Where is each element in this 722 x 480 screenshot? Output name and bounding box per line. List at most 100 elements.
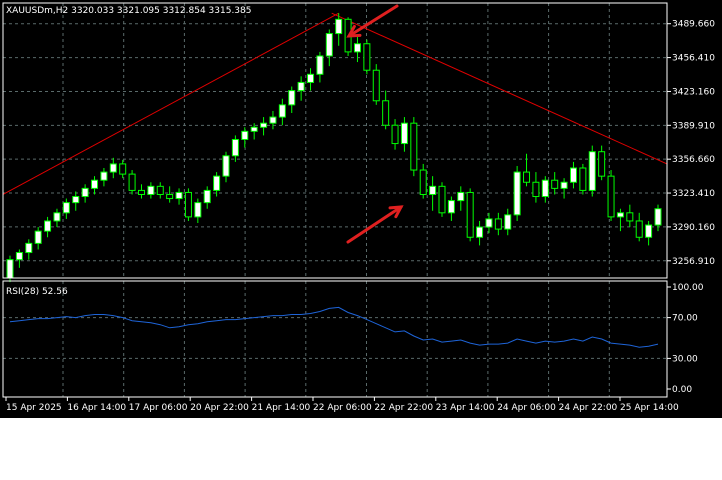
time-axis-label: 23 Apr 14:00 (436, 403, 495, 413)
rsi-pane-frame (2, 280, 668, 398)
candle-body (616, 212, 624, 218)
candle-body (213, 175, 221, 191)
candle-body (269, 116, 277, 124)
price-axis-label: 3423.160 (672, 87, 715, 97)
candle-body (147, 185, 155, 195)
candle-body (363, 43, 371, 71)
chart-window[interactable]: 3489.660 3456.410 3423.160 3389.910 3356.660… (0, 0, 722, 418)
candle-body (429, 185, 437, 195)
candle-body (607, 175, 615, 218)
candle-body (44, 220, 52, 232)
candle-body (494, 218, 502, 230)
candle-body (410, 122, 418, 171)
candle-body (34, 230, 42, 244)
time-axis-label: 16 Apr 14:00 (67, 403, 126, 413)
candle-body (25, 242, 33, 254)
candle-body (335, 18, 343, 35)
candle-body (419, 169, 427, 195)
arrow-icon (346, 205, 403, 244)
time-axis-label: 22 Apr 22:00 (374, 403, 433, 413)
candle-body (184, 191, 192, 218)
candle-body (457, 191, 465, 202)
candle-body (485, 218, 493, 228)
price-axis-label: 3356.660 (672, 155, 715, 165)
candle-body (382, 100, 390, 126)
candle-body (325, 33, 333, 57)
time-axis-label: 24 Apr 22:00 (559, 403, 618, 413)
candle-body (400, 122, 408, 145)
price-axis-label: 3489.660 (672, 20, 715, 30)
candle-body (551, 179, 559, 189)
rsi-axis-label: 100.00 (672, 283, 704, 293)
time-axis-label: 25 Apr 14:00 (620, 403, 679, 413)
rsi-line (9, 306, 659, 348)
candle-body (513, 171, 521, 216)
candle-body (560, 181, 568, 189)
candle-body (166, 193, 174, 200)
candle-body (598, 151, 606, 177)
candle-body (222, 155, 230, 177)
candle-body (72, 196, 80, 204)
candle-body (438, 185, 446, 214)
trendlines[interactable] (2, 12, 668, 195)
candle-body (626, 212, 634, 222)
candle-body (569, 167, 577, 183)
time-axis-label: 15 Apr 2025 (6, 403, 62, 413)
annotation-arrows (346, 4, 404, 244)
candle-body (119, 163, 127, 175)
candle-body (297, 81, 305, 92)
chart-frame (2, 2, 668, 398)
symbol-header: XAUUSDm,H2 3320.033 3321.095 3312.854 33… (6, 6, 251, 16)
candle-body (645, 224, 653, 238)
candle-body (81, 187, 89, 198)
candle-body (278, 104, 286, 118)
candlesticks (6, 13, 662, 283)
candle-body (523, 171, 531, 183)
candle-body (541, 179, 549, 198)
candle-body (588, 151, 596, 191)
price-chart[interactable]: 3489.660 3456.410 3423.160 3389.910 3356.660… (0, 0, 722, 418)
rsi-indicator (9, 306, 659, 348)
candle-body (62, 202, 70, 214)
candle-body (203, 189, 211, 204)
candle-body (288, 90, 296, 106)
candle-body (532, 181, 540, 198)
candle-body (654, 208, 662, 226)
candle-body (372, 69, 380, 102)
time-axis-label: 17 Apr 06:00 (129, 403, 188, 413)
candle-body (128, 173, 136, 191)
rsi-header: RSI(28) 52.56 (6, 287, 68, 297)
candle-body (15, 252, 23, 261)
candle-body (466, 191, 474, 238)
trendline (331, 12, 668, 165)
candle-body (504, 214, 512, 230)
candle-body (353, 43, 361, 53)
rsi-axis-label: 70.00 (672, 314, 698, 324)
rsi-axis-label: 30.00 (672, 354, 698, 364)
candle-body (250, 126, 258, 132)
candle-body (100, 171, 108, 181)
candle-body (231, 138, 239, 157)
time-axis-label: 22 Apr 06:00 (313, 403, 372, 413)
candle-body (194, 202, 202, 218)
candle-body (316, 55, 324, 75)
candle-body (91, 179, 99, 189)
rsi-axis-label: 0.00 (672, 385, 692, 395)
candle-body (635, 220, 643, 238)
grid (3, 3, 667, 397)
price-axis-label: 3323.410 (672, 189, 715, 199)
candle-body (476, 226, 484, 238)
price-axis-label: 3456.410 (672, 54, 715, 64)
time-axis-label: 24 Apr 06:00 (497, 403, 556, 413)
time-axis-label: 20 Apr 22:00 (190, 403, 249, 413)
candle-body (137, 189, 145, 195)
price-axis-label: 3290.160 (672, 223, 715, 233)
candle-body (109, 163, 117, 173)
candle-body (156, 185, 164, 195)
candle-body (307, 73, 315, 83)
candle-body (260, 122, 268, 128)
candle-body (447, 200, 455, 214)
price-axis-label: 3389.910 (672, 121, 715, 131)
price-axis-label: 3256.910 (672, 257, 715, 267)
candle-body (241, 130, 249, 140)
